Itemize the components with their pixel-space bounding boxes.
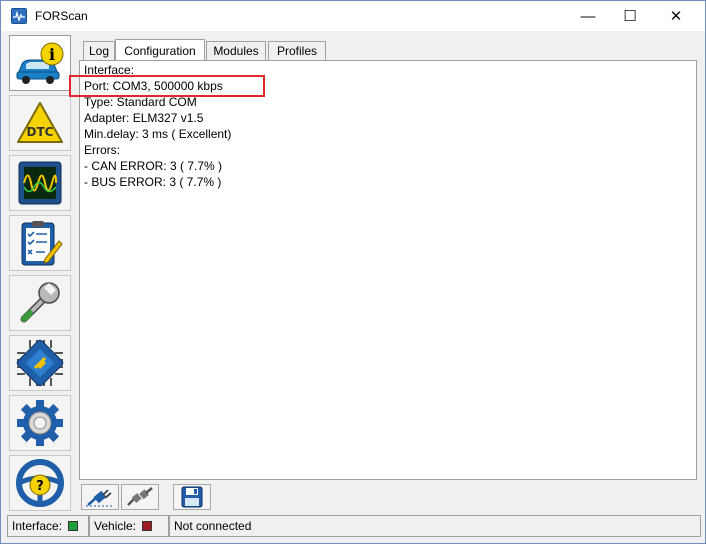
config-line-min-delay: Min.delay: 3 ms ( Excellent): [84, 127, 232, 141]
sidebar-item-checklist[interactable]: [9, 215, 71, 271]
gear-icon: [17, 400, 63, 446]
status-bar: Interface: Vehicle: Not connected: [7, 515, 701, 537]
save-button[interactable]: [173, 484, 211, 510]
connect-button[interactable]: [81, 484, 119, 510]
config-line-can-error: - CAN ERROR: 3 ( 7.7% ): [84, 159, 223, 173]
wrench-icon: [20, 282, 60, 323]
config-line-bus-error: - BUS ERROR: 3 ( 7.7% ): [84, 175, 222, 189]
connection-status-text: Not connected: [174, 519, 252, 533]
bottom-toolbar: [79, 482, 697, 512]
config-line-adapter: Adapter: ELM327 v1.5: [84, 111, 204, 125]
status-connection: Not connected: [169, 515, 701, 537]
svg-text:i: i: [49, 45, 55, 64]
dtc-label: DTC: [27, 125, 54, 139]
interface-status-indicator: [68, 521, 79, 531]
oscilloscope-icon: [18, 161, 62, 205]
status-vehicle: Vehicle:: [89, 515, 169, 537]
chip-icon: [16, 339, 64, 387]
sidebar-item-settings[interactable]: [9, 395, 71, 451]
sidebar-item-service[interactable]: [9, 275, 71, 331]
disconnect-button[interactable]: [121, 484, 159, 510]
maximize-button[interactable]: ☐: [607, 1, 653, 31]
sidebar-item-programming[interactable]: [9, 335, 71, 391]
vehicle-status-indicator: [142, 521, 153, 531]
connect-plug-icon: [86, 489, 114, 507]
sidebar-item-vehicle-info[interactable]: i: [9, 35, 71, 91]
forscan-window: FORScan — ☐ ✕ i DTC ? Log Configuration …: [0, 0, 706, 544]
config-line-errors: Errors:: [84, 143, 120, 157]
svg-text:?: ?: [36, 479, 44, 494]
minimize-button[interactable]: —: [565, 1, 611, 31]
sidebar: i DTC ?: [9, 35, 71, 511]
dtc-icon: DTC: [17, 102, 63, 143]
vehicle-info-icon: i: [16, 42, 64, 84]
save-disk-icon: [181, 486, 203, 508]
checklist-icon: [21, 221, 63, 266]
port-highlight-box: [69, 75, 265, 97]
sidebar-item-oscilloscope[interactable]: [9, 155, 71, 211]
tab-profiles[interactable]: Profiles: [268, 41, 326, 60]
status-interface-label: Interface:: [12, 519, 63, 533]
configuration-panel: Interface: Port: COM3, 500000 kbps Type:…: [79, 60, 697, 480]
sidebar-item-dtc[interactable]: DTC: [9, 95, 71, 151]
disconnect-plug-icon: [127, 487, 153, 506]
status-vehicle-label: Vehicle:: [94, 519, 137, 533]
tab-log[interactable]: Log: [83, 41, 115, 60]
tab-modules[interactable]: Modules: [206, 41, 266, 60]
tab-configuration[interactable]: Configuration: [115, 39, 205, 61]
forscan-app-icon: [11, 8, 27, 24]
title-bar: FORScan — ☐ ✕: [1, 1, 705, 31]
status-interface: Interface:: [7, 515, 89, 537]
help-steering-icon: ?: [16, 459, 64, 507]
close-button[interactable]: ✕: [653, 1, 699, 31]
window-title: FORScan: [35, 9, 88, 23]
sidebar-item-help[interactable]: ?: [9, 455, 71, 511]
